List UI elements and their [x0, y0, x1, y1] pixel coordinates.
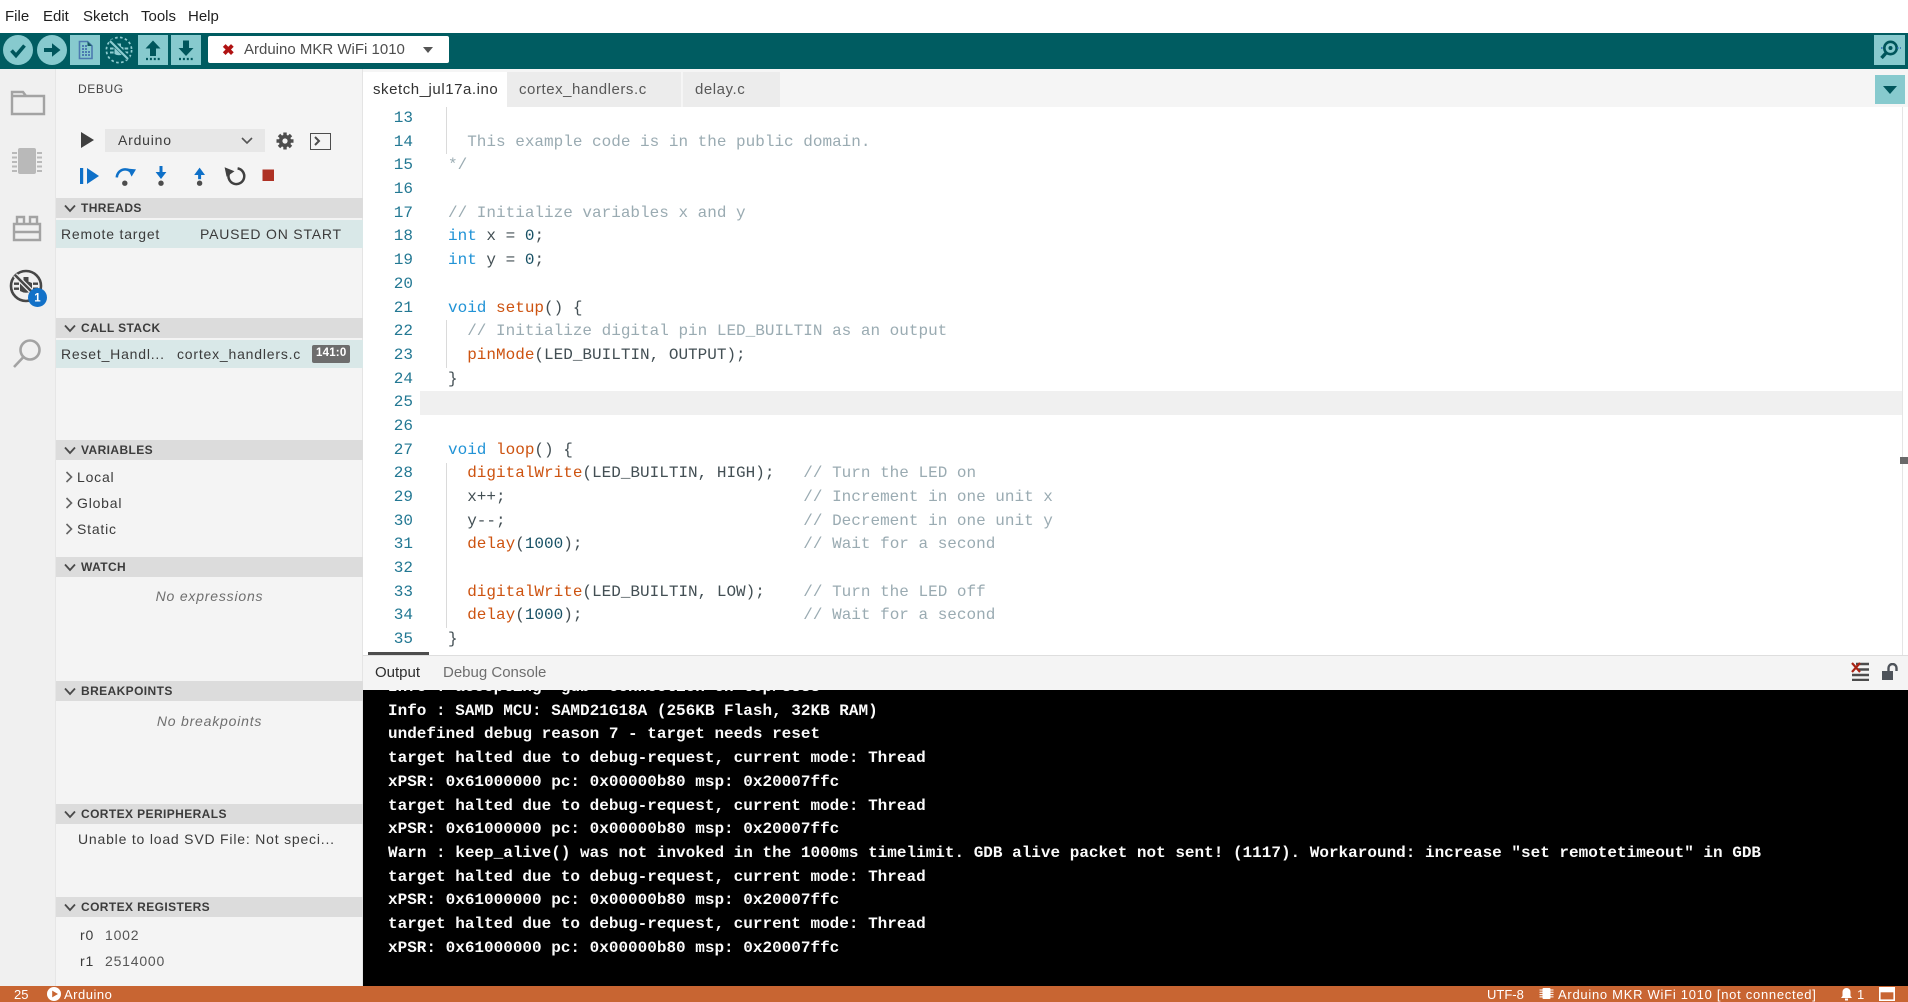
svg-text:1: 1 [34, 293, 41, 305]
